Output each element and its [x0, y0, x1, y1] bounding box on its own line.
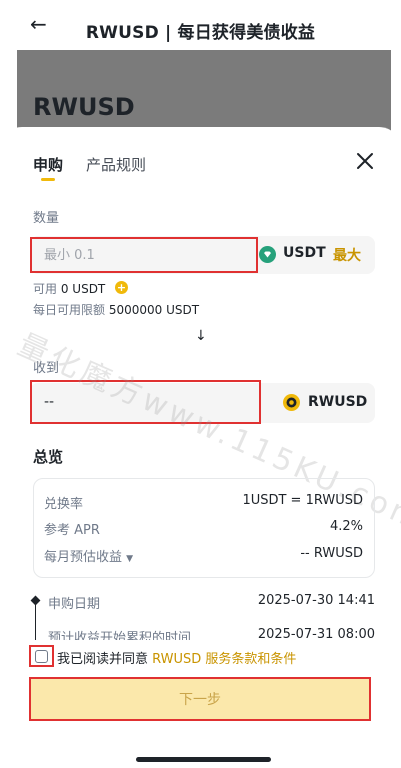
rate-value: 1USDT = 1RWUSD: [242, 493, 363, 508]
receive-value: --: [44, 394, 55, 410]
amount-coin-label: USDT: [283, 245, 326, 261]
monthly-estimate-label[interactable]: 每月预估收益 ▼: [44, 546, 133, 565]
close-icon[interactable]: [354, 150, 376, 172]
available-balance: 可用 0 USDT: [33, 280, 105, 297]
rate-label: 兑换率: [44, 497, 84, 512]
arrow-down-icon: ↓: [195, 328, 207, 344]
tab-product-rules[interactable]: 产品规则: [86, 154, 146, 175]
caret-down-icon: ▼: [126, 554, 134, 564]
add-funds-icon[interactable]: +: [115, 281, 128, 294]
tab-subscribe[interactable]: 申购: [33, 154, 63, 175]
agree-checkbox[interactable]: [35, 650, 48, 663]
page-title: RWUSD | 每日获得美债收益: [85, 23, 316, 43]
tether-icon: [259, 246, 276, 263]
daily-limit-value: 5000000 USDT: [108, 303, 200, 317]
amount-input[interactable]: [30, 237, 258, 273]
amount-label: 数量: [33, 211, 60, 226]
available-label: 可用: [33, 282, 58, 296]
max-button[interactable]: 最大: [333, 245, 361, 265]
active-tab-indicator: [41, 178, 55, 181]
timeline-line: [35, 600, 36, 640]
available-value: 0 USDT: [60, 282, 106, 296]
agreement-prefix: 我已阅读并同意: [57, 652, 149, 667]
apr-label: 参考 APR: [44, 523, 100, 538]
terms-link[interactable]: RWUSD 服务条款和条件: [152, 652, 296, 667]
monthly-estimate-text: 每月预估收益: [44, 550, 123, 565]
overview-title: 总览: [33, 448, 64, 466]
next-button[interactable]: 下一步: [29, 677, 371, 721]
apr-value: 4.2%: [329, 519, 363, 534]
daily-limit-label: 每日可用限额: [33, 303, 106, 317]
daily-limit: 每日可用限额 5000000 USDT: [33, 301, 199, 318]
hero-title: RWUSD: [33, 93, 135, 121]
home-indicator: [136, 757, 271, 762]
subscribe-date-label: 申购日期: [48, 597, 101, 612]
agreement-text: 我已阅读并同意 RWUSD 服务条款和条件: [57, 648, 296, 667]
receive-coin-label: RWUSD: [308, 394, 368, 410]
rwusd-coin-icon: [283, 394, 300, 411]
monthly-estimate-value: -- RWUSD: [300, 546, 363, 561]
subscribe-date-value: 2025-07-30 14:41: [257, 593, 375, 608]
